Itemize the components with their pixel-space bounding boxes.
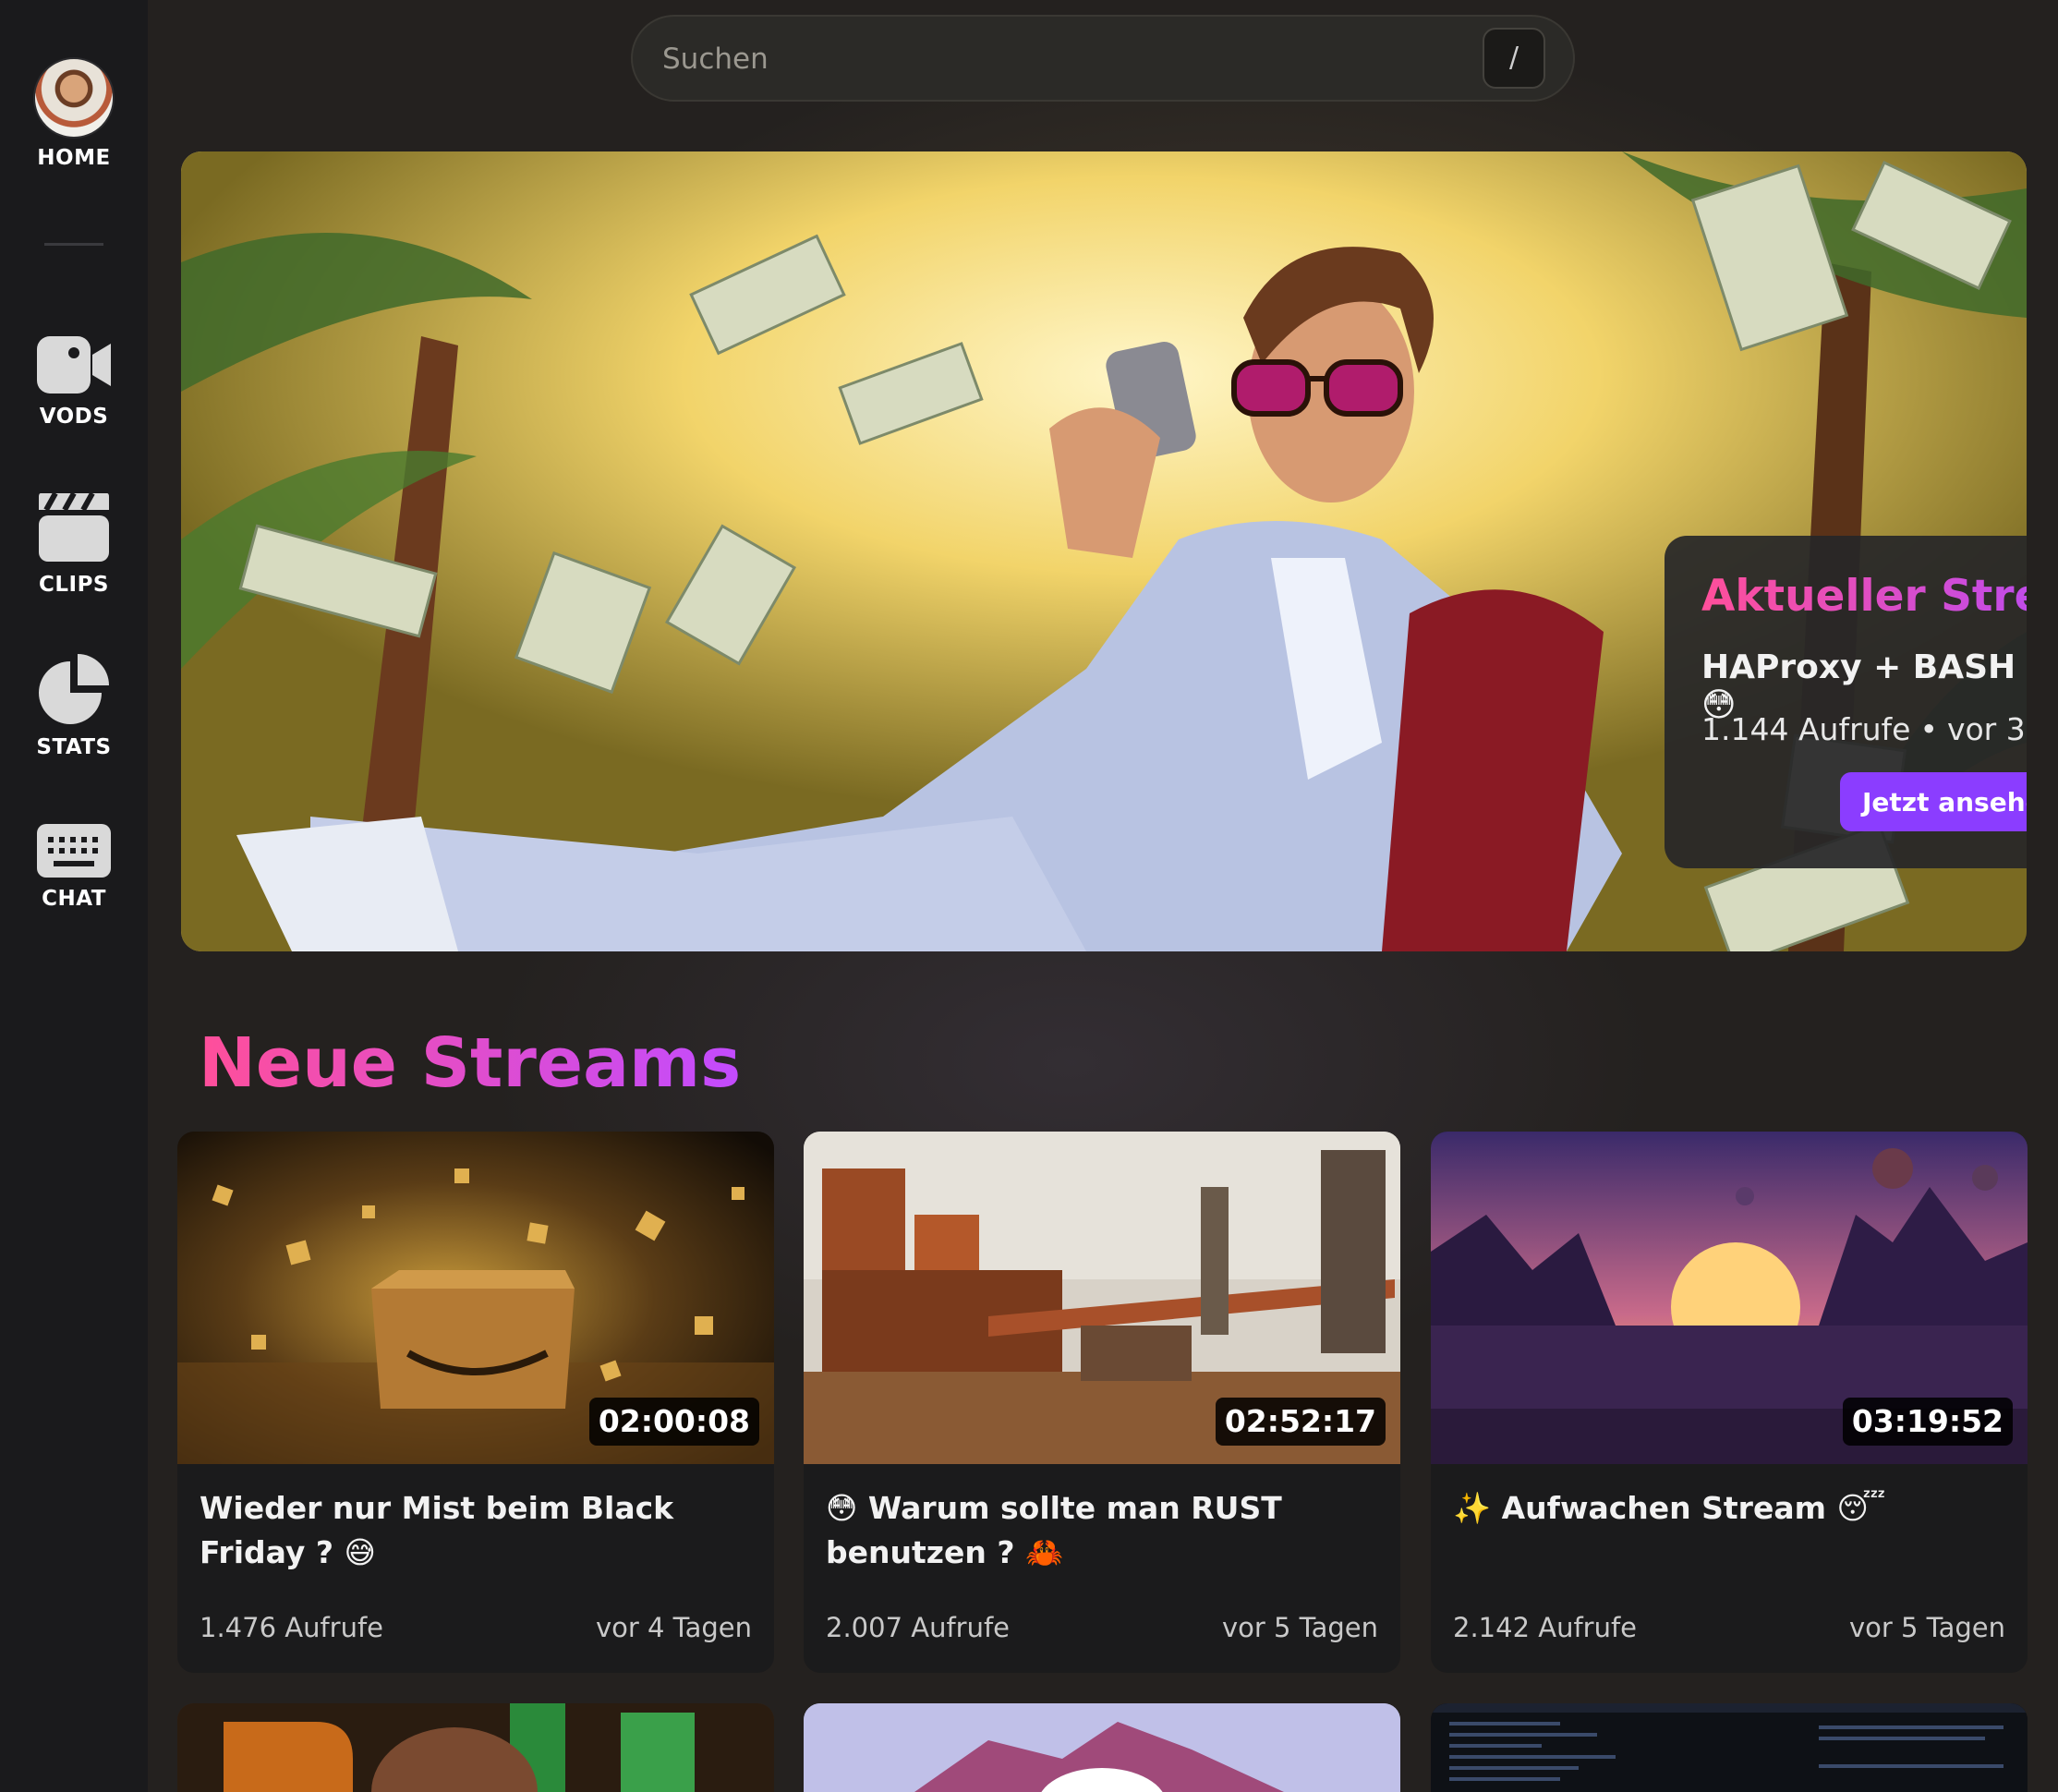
sidebar-item-label: VODS [39,405,109,429]
sidebar-item-home[interactable]: HOME [0,57,148,170]
sidebar-item-label: CHAT [42,887,106,911]
stream-thumbnail [1431,1703,2028,1792]
keyboard-icon [37,824,111,878]
search-bar: / [631,15,1575,102]
stream-views: 1.476 Aufrufe [200,1612,384,1643]
stream-card-partial[interactable] [804,1703,1400,1792]
stream-card[interactable]: 02:52:17 😳 Warum sollte man RUST benutze… [804,1132,1400,1673]
duration-badge: 02:00:08 [588,1398,759,1446]
duration-badge: 02:52:17 [1215,1398,1386,1446]
sidebar-divider [44,243,103,246]
stream-card-partial[interactable] [1431,1703,2028,1792]
hero-age: vor 3 Tagen [1946,711,2027,747]
video-camera-icon [37,336,111,394]
stream-thumbnail [177,1703,774,1792]
watch-now-button[interactable]: Jetzt ansehen [1840,772,2027,831]
duration-badge: 03:19:52 [1842,1398,2013,1446]
sidebar-item-stats[interactable]: STATS [0,650,148,759]
sidebar: HOME VODS CLIPS STATS CHAT [0,0,148,1792]
clapperboard-icon [39,491,109,562]
watch-now-label: Jetzt ansehen [1862,786,2027,817]
stream-age: vor 5 Tagen [1848,1612,2005,1643]
stream-thumbnail [804,1703,1400,1792]
search-input[interactable] [660,35,1477,83]
meta-separator: • [1919,711,1938,747]
hero-views: 1.144 Aufrufe [1701,711,1911,747]
stream-views: 2.142 Aufrufe [1453,1612,1638,1643]
stream-card[interactable]: 02:00:08 Wieder nur Mist beim Black Frid… [177,1132,774,1673]
stream-title: ✨ Aufwachen Stream 😴 [1453,1490,1886,1526]
pie-chart-icon [39,654,109,724]
stream-age: vor 4 Tagen [595,1612,752,1643]
avatar [33,57,115,139]
sidebar-item-chat[interactable]: CHAT [0,822,148,911]
search-shortcut-key: / [1483,28,1545,89]
stream-title: 😳 Warum sollte man RUST benutzen ? 🦀 [826,1490,1282,1570]
sidebar-item-clips[interactable]: CLIPS [0,488,148,597]
current-stream-card: Aktueller Stream HAProxy + BASH Magic 😳 … [1665,536,2027,868]
sidebar-item-label: CLIPS [38,573,109,597]
hero-banner[interactable]: Aktueller Stream HAProxy + BASH Magic 😳 … [181,151,2027,951]
hero-meta: 1.144 Aufrufe•vor 3 Tagen [1701,711,2027,747]
sidebar-item-label: HOME [37,146,111,170]
stream-age: vor 5 Tagen [1221,1612,1378,1643]
hero-kicker: Aktueller Stream [1701,571,2027,622]
section-title: Neue Streams [199,1023,742,1103]
sidebar-item-vods[interactable]: VODS [0,333,148,429]
stream-title: Wieder nur Mist beim Black Friday ? 😅 [200,1490,674,1570]
sidebar-item-label: STATS [36,735,112,759]
stream-views: 2.007 Aufrufe [826,1612,1011,1643]
stream-card-partial[interactable] [177,1703,774,1792]
stream-card[interactable]: 03:19:52 ✨ Aufwachen Stream 😴 2.142 Aufr… [1431,1132,2028,1673]
